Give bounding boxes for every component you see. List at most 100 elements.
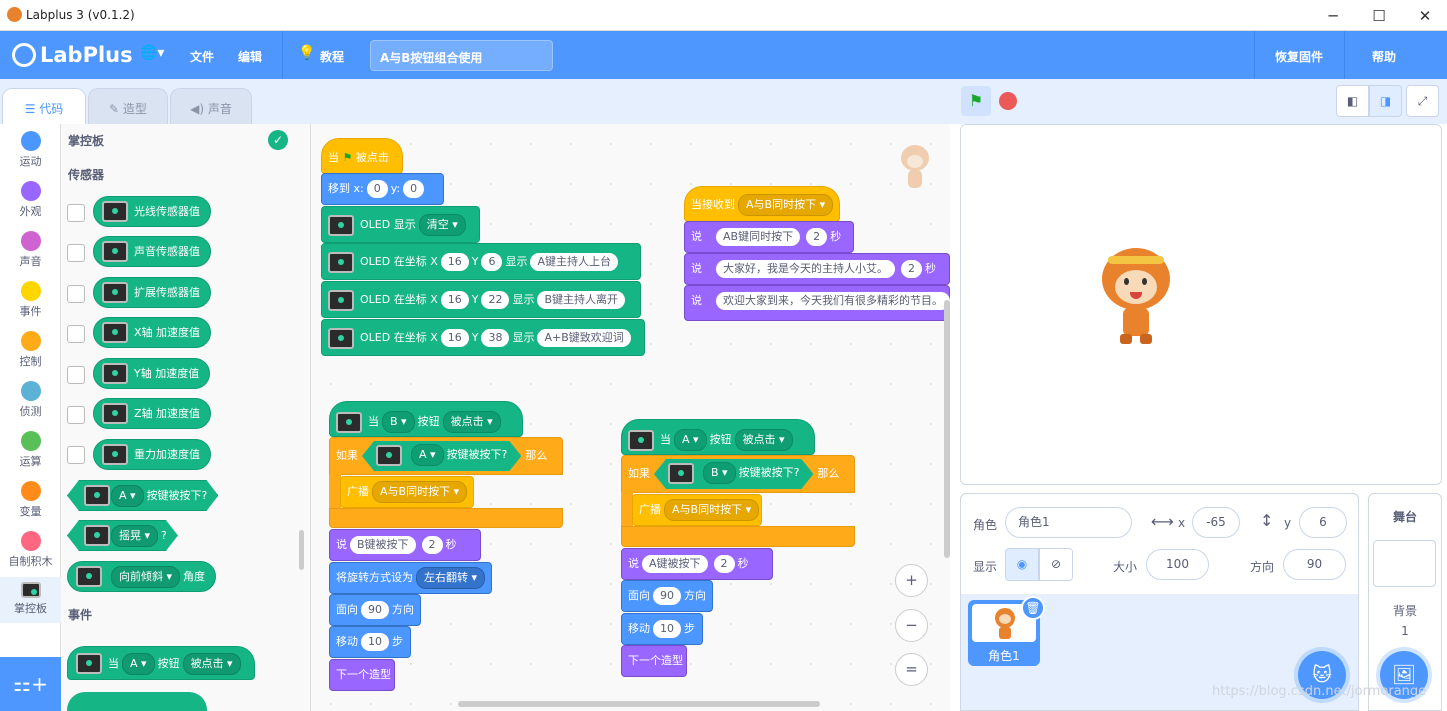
block-button-pressed[interactable]: A ▾ 按键被按下? [67, 480, 218, 511]
key-dropdown[interactable]: B ▾ [703, 462, 736, 484]
y-input[interactable]: 6 [481, 253, 503, 271]
block-say-for-secs[interactable]: 说 B键被按下 2 秒 [329, 529, 481, 561]
add-extension-button[interactable]: ⚏+ [0, 657, 61, 711]
block-next-costume[interactable]: 下一个造型 [621, 645, 687, 677]
normal-stage-button[interactable]: ◨ [1369, 85, 1402, 117]
block-button-pressed[interactable]: A ▾ 按键被按下? [362, 441, 521, 471]
block-say-for-secs[interactable]: 说 AB键同时按下 2 秒 [684, 221, 854, 253]
text-input[interactable]: B键主持人离开 [537, 291, 626, 309]
menu-tutorial[interactable]: 教程 [320, 48, 344, 65]
direction-input[interactable]: 90 [361, 601, 389, 619]
block-accel-x[interactable]: X轴 加速度值 [93, 317, 212, 348]
rotation-dropdown[interactable]: 左右翻转 ▾ [416, 567, 486, 589]
block-oled-text[interactable]: OLED 在坐标 X 16 Y 22 显示 B键主持人离开 [321, 281, 641, 318]
sprite-size-input[interactable]: 100 [1146, 549, 1209, 580]
hide-sprite-button[interactable]: ⊘ [1039, 548, 1073, 581]
action-dropdown[interactable]: 被点击 ▾ [442, 411, 501, 433]
category-board[interactable]: 掌控板 [0, 577, 61, 623]
block-say-for-secs[interactable]: 说 A键被按下 2 秒 [621, 548, 773, 580]
block-button-pressed[interactable]: B ▾ 按键被按下? [654, 459, 813, 489]
zoom-in-button[interactable]: + [895, 564, 928, 597]
category-events[interactable]: 事件 [0, 281, 61, 327]
block-ext-sensor[interactable]: 扩展传感器值 [93, 277, 211, 308]
block-sound-sensor[interactable]: 声音传感器值 [93, 236, 211, 267]
block-when-flag-clicked[interactable]: 当 ⚑ 被点击 [321, 138, 403, 174]
block-say[interactable]: 说 欢迎大家到来，今天我们有很多精彩的节目。 [684, 285, 950, 321]
maximize-button[interactable]: ☐ [1364, 6, 1394, 26]
category-looks[interactable]: 外观 [0, 181, 61, 227]
monkey-sprite[interactable] [1102, 248, 1170, 348]
block-oled-clear[interactable]: OLED 显示 清空 ▾ [321, 206, 480, 243]
secs-input[interactable]: 2 [901, 260, 922, 278]
category-variables[interactable]: 变量 [0, 481, 61, 527]
category-operators[interactable]: 运算 [0, 431, 61, 477]
palette-scrollbar[interactable] [299, 530, 304, 570]
block-broadcast[interactable]: 广播 A与B同时按下 ▾ [632, 494, 762, 526]
stage-canvas[interactable] [960, 124, 1442, 485]
menu-restore-firmware[interactable]: 恢复固件 [1275, 48, 1323, 65]
block-broadcast[interactable]: 广播 A与B同时按下 ▾ [340, 476, 474, 508]
text-input[interactable]: B键被按下 [350, 536, 416, 554]
small-stage-button[interactable]: ◧ [1336, 85, 1369, 117]
block-say-for-secs[interactable]: 说 大家好，我是今天的主持人小艾。 2 秒 [684, 253, 950, 285]
text-input[interactable]: A键被按下 [642, 555, 708, 573]
key-dropdown[interactable]: A ▾ [122, 653, 155, 675]
block-if-then[interactable]: 如果 B ▾ 按键被按下? 那么 [621, 455, 855, 493]
labplus-logo[interactable]: LabPlus [12, 43, 133, 67]
action-dropdown[interactable]: 被点击 ▾ [182, 653, 241, 675]
x-input[interactable]: 16 [440, 329, 469, 347]
block-shake[interactable]: 摇晃 ▾? [67, 520, 178, 551]
key-dropdown[interactable]: A ▾ [411, 444, 444, 466]
block-set-rotation-style[interactable]: 将旋转方式设为 左右翻转 ▾ [329, 562, 492, 594]
key-dropdown[interactable]: A ▾ [111, 485, 144, 507]
block-oled-text[interactable]: OLED 在坐标 X 16 Y 6 显示 A键主持人上台 [321, 243, 641, 280]
block-goto-xy[interactable]: 移到 x: 0 y: 0 [321, 173, 444, 205]
y-input[interactable]: 0 [403, 180, 425, 198]
x-input[interactable]: 16 [440, 253, 469, 271]
stage-thumbnail[interactable] [1373, 540, 1436, 587]
text-input[interactable]: A+B键致欢迎词 [537, 329, 631, 347]
steps-input[interactable]: 10 [653, 620, 681, 638]
key-dropdown[interactable]: A ▾ [674, 429, 707, 451]
direction-input[interactable]: 90 [653, 587, 681, 605]
delete-sprite-button[interactable]: 🗑 [1021, 596, 1045, 620]
sprite-name-input[interactable]: 角色1 [1005, 507, 1132, 538]
y-input[interactable]: 38 [481, 329, 510, 347]
oled-dropdown[interactable]: 清空 ▾ [418, 214, 466, 236]
reporter-checkbox[interactable] [67, 446, 85, 464]
action-dropdown[interactable]: 被点击 ▾ [734, 429, 793, 451]
steps-input[interactable]: 10 [361, 633, 389, 651]
reporter-checkbox[interactable] [67, 244, 85, 262]
block-tilt-angle[interactable]: 向前倾斜 ▾ 角度 [67, 561, 217, 592]
zoom-reset-button[interactable]: = [895, 653, 928, 686]
fullscreen-button[interactable]: ⤢ [1406, 85, 1439, 117]
key-dropdown[interactable]: B ▾ [382, 411, 415, 433]
project-name-input[interactable]: A与B按钮组合使用 [370, 40, 553, 71]
block-partial[interactable] [67, 692, 207, 711]
block-accel-z[interactable]: Z轴 加速度值 [93, 398, 212, 429]
secs-input[interactable]: 2 [713, 555, 735, 573]
block-point-direction[interactable]: 面向 90 方向 [621, 580, 713, 612]
text-input[interactable]: AB键同时按下 [716, 228, 801, 246]
category-control[interactable]: 控制 [0, 331, 61, 377]
block-oled-text[interactable]: OLED 在坐标 X 16 Y 38 显示 A+B键致欢迎词 [321, 319, 645, 356]
x-input[interactable]: 16 [440, 291, 469, 309]
sprite-direction-input[interactable]: 90 [1283, 549, 1346, 580]
menu-file[interactable]: 文件 [190, 48, 214, 65]
stop-button[interactable] [999, 92, 1017, 110]
sprite-x-input[interactable]: -65 [1192, 507, 1240, 538]
reporter-checkbox[interactable] [67, 406, 85, 424]
block-gravity[interactable]: 重力加速度值 [93, 439, 211, 470]
secs-input[interactable]: 2 [421, 536, 443, 554]
y-input[interactable]: 22 [481, 291, 510, 309]
message-dropdown[interactable]: A与B同时按下 ▾ [664, 499, 760, 521]
block-when-receive[interactable]: 当接收到 A与B同时按下 ▾ [684, 186, 840, 222]
block-when-button-clicked[interactable]: 当A ▾ 按钮 被点击 ▾ [621, 419, 815, 455]
block-point-direction[interactable]: 面向 90 方向 [329, 594, 421, 626]
tab-sounds[interactable]: ◀) 声音 [170, 88, 252, 124]
green-flag-button[interactable]: ⚑ [961, 86, 991, 116]
zoom-out-button[interactable]: − [895, 609, 928, 642]
tab-code[interactable]: ☰ 代码 [2, 88, 86, 124]
x-input[interactable]: 0 [366, 180, 388, 198]
block-move-steps[interactable]: 移动 10 步 [621, 613, 703, 645]
